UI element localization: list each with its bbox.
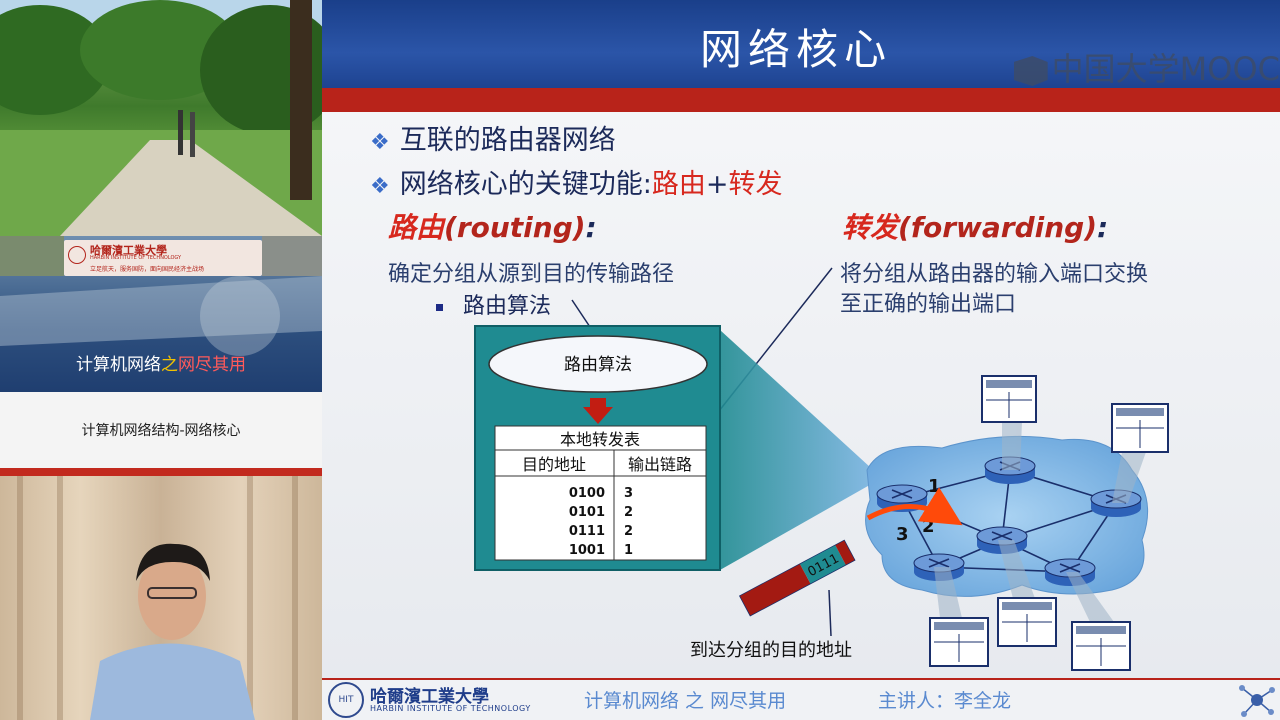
row-dest: 0111 xyxy=(569,524,605,539)
forwarding-diagram: 路由算法 本地转发表 目的地址 输出链路 0100 3 0101 2 0111 … xyxy=(474,267,1169,671)
lecturer-figure xyxy=(17,476,298,720)
routing-algorithm-label: 路由算法 xyxy=(564,355,632,375)
left-divider xyxy=(0,468,322,476)
school-seal-icon xyxy=(68,246,86,264)
link-label-2: 2 xyxy=(922,516,935,537)
school-seal-icon: HIT xyxy=(328,682,364,718)
campus-photo xyxy=(0,0,322,236)
campus-scene xyxy=(0,0,322,236)
footer-teacher: 主讲人：李全龙 xyxy=(878,690,1012,712)
col-dest-header: 目的地址 xyxy=(522,455,586,474)
left-panel: 哈爾濱工業大學 HARBIN INSTITUTE OF TECHNOLOGY 立… xyxy=(0,0,322,720)
row-dest: 1001 xyxy=(569,543,605,558)
link-label-3: 3 xyxy=(896,524,909,545)
slide: 网络核心 中国大学MOOC ❖ 互联的路由器网络 ❖ 网络核心的关键功能:路由+转发… xyxy=(322,0,1280,720)
row-dest: 0101 xyxy=(569,505,605,520)
network-globe-icon xyxy=(1239,685,1275,717)
slide-footer: HIT 哈爾濱工業大學 HARBIN INSTITUTE OF TECHNOLO… xyxy=(322,680,1280,720)
row-link: 1 xyxy=(624,543,633,558)
arrival-caption: 到达分组的目的地址 xyxy=(690,640,852,661)
forwarding-table-icon xyxy=(1071,621,1131,671)
arriving-packet: 0111 xyxy=(738,539,856,617)
lecturer-video xyxy=(0,476,322,720)
row-link: 2 xyxy=(624,524,633,539)
footer-school-en: HARBIN INSTITUTE OF TECHNOLOGY xyxy=(370,704,531,713)
row-link: 2 xyxy=(624,505,633,520)
forwarding-table-icon xyxy=(981,375,1037,423)
pointer-line-packet xyxy=(828,589,832,637)
course-title: 计算机网络之网尽其用 xyxy=(0,350,322,375)
banner-school-en: HARBIN INSTITUTE OF TECHNOLOGY xyxy=(90,255,182,261)
link-label-1: 1 xyxy=(928,476,941,497)
forwarding-table-icon xyxy=(929,617,989,667)
forwarding-table-icon xyxy=(1111,403,1169,453)
course-title-part-a: 计算机网络 xyxy=(76,355,161,375)
footer-course: 计算机网络 之 网尽其用 xyxy=(584,690,787,712)
forwarding-table-icon xyxy=(997,597,1057,647)
lecture-caption: 计算机网络结构-网络核心 xyxy=(81,423,241,439)
banner-school-logo: 哈爾濱工業大學 HARBIN INSTITUTE OF TECHNOLOGY 立… xyxy=(64,240,262,276)
course-title-part-c: 网尽其用 xyxy=(178,355,246,375)
col-link-header: 输出链路 xyxy=(628,455,692,474)
forwarding-table-title: 本地转发表 xyxy=(560,430,640,449)
row-dest: 0100 xyxy=(569,486,605,501)
row-link: 3 xyxy=(624,486,633,501)
banner-slogan: 立足航天，服务国防，面向国民经济主战场 xyxy=(90,266,205,273)
zoom-beam xyxy=(720,330,882,570)
course-title-part-b: 之 xyxy=(161,355,178,375)
